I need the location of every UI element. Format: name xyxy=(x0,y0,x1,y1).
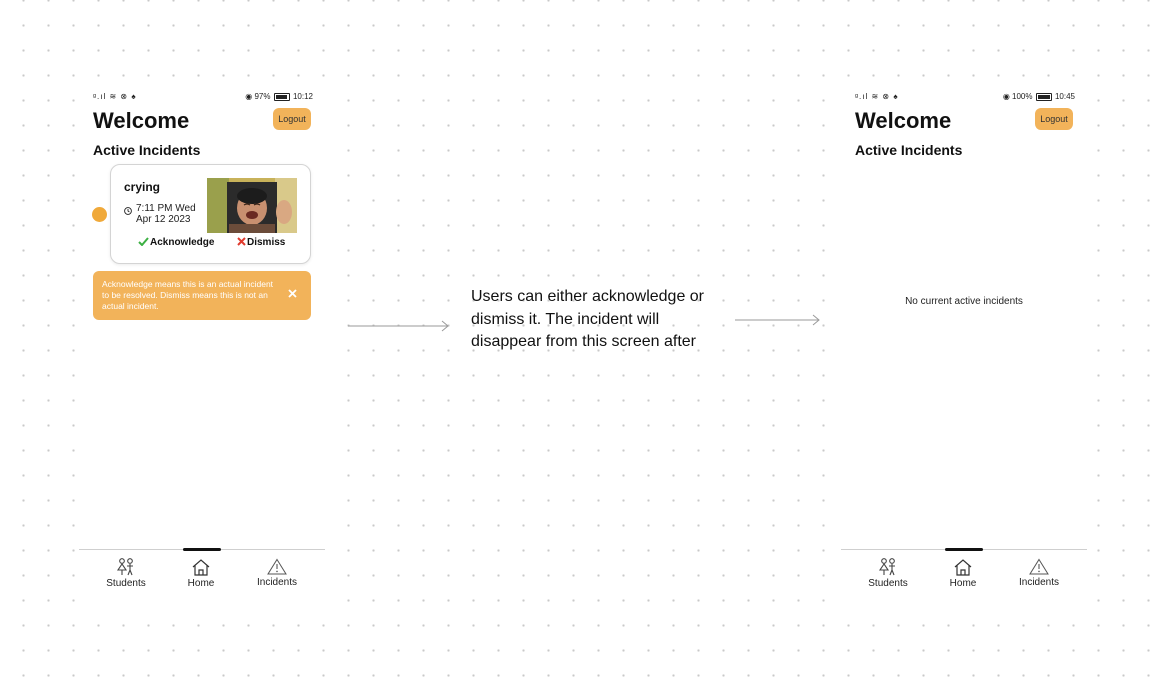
tab-students-label: Students xyxy=(106,578,146,589)
tab-incidents[interactable]: Incidents xyxy=(242,558,312,588)
status-icons-left: ᵍ.ıl ≋ ⊗ ♠ xyxy=(93,92,137,101)
tab-home[interactable]: Home xyxy=(928,558,998,589)
tab-incidents-label: Incidents xyxy=(1018,577,1060,588)
section-title: Active Incidents xyxy=(93,142,201,158)
page-title: Welcome xyxy=(93,108,190,133)
tab-incidents[interactable]: Incidents xyxy=(1004,558,1074,588)
checkmark-icon xyxy=(138,237,149,247)
close-icon[interactable] xyxy=(288,289,297,298)
phone-screen-before: ᵍ.ıl ≋ ⊗ ♠ ◉ 97% 10:12 Welcome Logout Ac… xyxy=(79,86,325,606)
battery-percent: ◉ 97% xyxy=(245,92,271,101)
section-title: Active Incidents xyxy=(855,142,963,158)
incident-card[interactable]: crying 7:11 PM Wed Apr 12 2023 Acknowled… xyxy=(110,164,311,264)
x-icon xyxy=(237,237,246,246)
clock-icon xyxy=(124,207,132,215)
tab-incidents-label: Incidents xyxy=(256,577,298,588)
arrow-right-icon xyxy=(348,320,449,332)
logout-button[interactable]: Logout xyxy=(273,108,311,130)
tab-students[interactable]: Students xyxy=(91,558,161,589)
flow-explanation: Users can either acknowledge or dismiss … xyxy=(471,288,705,350)
tab-students-label: Students xyxy=(868,578,908,589)
active-tab-indicator xyxy=(945,548,983,551)
page-title: Welcome xyxy=(855,108,952,133)
dismiss-button[interactable]: Dismiss xyxy=(237,237,285,248)
empty-state-message: No current active incidents xyxy=(905,296,1023,307)
battery-percent: ◉ 100% xyxy=(1002,92,1033,101)
tab-home-label: Home xyxy=(949,578,977,589)
acknowledge-label: Acknowledge xyxy=(150,237,215,248)
tab-home[interactable]: Home xyxy=(166,558,236,589)
battery-icon xyxy=(1035,92,1052,101)
warning-icon xyxy=(267,558,287,575)
tab-home-label: Home xyxy=(187,578,215,589)
home-icon xyxy=(192,559,210,576)
status-icons-left: ᵍ.ıl ≋ ⊗ ♠ xyxy=(855,92,899,101)
incident-time: 7:11 PM Wed Apr 12 2023 xyxy=(136,203,196,225)
logout-button[interactable]: Logout xyxy=(1035,108,1073,130)
students-icon xyxy=(116,558,133,576)
status-right: ◉ 100% 10:45 xyxy=(1003,92,1075,101)
arrow-right-icon xyxy=(735,314,820,326)
banner-text: Acknowledge means this is an actual inci… xyxy=(102,279,274,311)
dismiss-label: Dismiss xyxy=(247,237,286,248)
incident-title: crying xyxy=(124,180,161,194)
status-time: 10:45 xyxy=(1054,92,1075,101)
status-bar: ᵍ.ıl ≋ ⊗ ♠ ◉ 97% 10:12 xyxy=(93,92,313,104)
active-tab-indicator xyxy=(183,548,221,551)
acknowledge-button[interactable]: Acknowledge xyxy=(138,237,214,248)
incident-photo[interactable] xyxy=(207,178,297,233)
status-time: 10:12 xyxy=(292,92,313,101)
incident-indicator-dot xyxy=(92,207,107,222)
warning-icon xyxy=(1029,558,1049,575)
tab-students[interactable]: Students xyxy=(853,558,923,589)
phone-screen-after: ᵍ.ıl ≋ ⊗ ♠ ◉ 100% 10:45 Welcome Logout A… xyxy=(841,86,1087,606)
status-right: ◉ 97% 10:12 xyxy=(245,92,313,101)
home-icon xyxy=(954,559,972,576)
students-icon xyxy=(878,558,895,576)
info-banner: Acknowledge means this is an actual inci… xyxy=(93,271,311,320)
battery-icon xyxy=(273,92,290,101)
status-bar: ᵍ.ıl ≋ ⊗ ♠ ◉ 100% 10:45 xyxy=(855,92,1075,104)
